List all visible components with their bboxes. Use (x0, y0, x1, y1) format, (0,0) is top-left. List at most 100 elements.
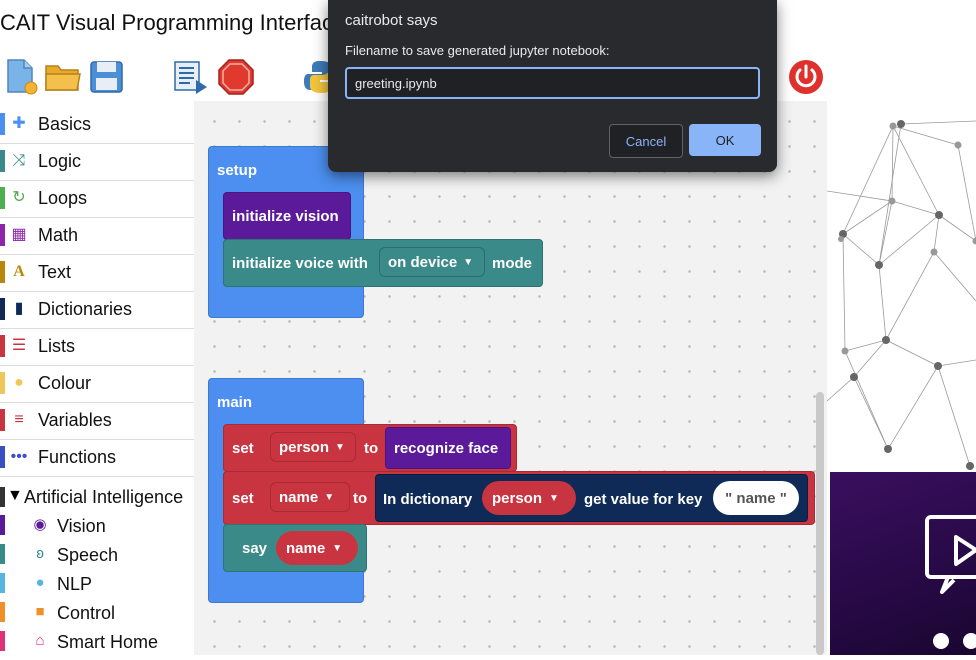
category-label: Vision (57, 516, 106, 537)
category-loops[interactable]: ↻ Loops (0, 181, 194, 218)
category-color-bar (0, 372, 5, 394)
category-lists[interactable]: ☰ Lists (0, 329, 194, 366)
dots-icon: ••• (10, 448, 28, 466)
category-color-bar (0, 487, 5, 507)
category-label: Lists (38, 336, 75, 357)
home-icon: ⌂ (30, 632, 50, 650)
block-text: set (232, 440, 254, 457)
new-file-icon (4, 58, 42, 96)
category-label: Artificial Intelligence (24, 487, 183, 508)
category-color-bar (0, 409, 5, 431)
category-label: NLP (57, 574, 92, 595)
category-text[interactable]: A Text (0, 255, 194, 292)
category-colour[interactable]: ● Colour (0, 366, 194, 403)
workspace-scrollbar[interactable] (816, 392, 824, 655)
category-color-bar (0, 187, 5, 209)
stop-button[interactable] (217, 58, 255, 96)
category-smart-home[interactable]: ⌂ Smart Home (0, 627, 194, 656)
category-label: Variables (38, 410, 112, 431)
app-title: CAIT Visual Programming Interface (0, 10, 345, 36)
category-artificial-intelligence[interactable]: ▼ Artificial Intelligence (0, 483, 194, 511)
run-script-icon (172, 58, 210, 96)
category-label: Math (38, 225, 78, 246)
save-button[interactable] (88, 58, 126, 96)
expand-triangle-icon: ▼ (7, 487, 23, 505)
ok-button[interactable]: OK (689, 124, 761, 156)
chat-icon: ● (30, 574, 50, 592)
variable-dropdown-person[interactable]: person ▼ (270, 432, 356, 462)
category-color-bar (0, 631, 5, 651)
category-dictionaries[interactable]: ▮ Dictionaries (0, 292, 194, 329)
category-color-bar (0, 261, 5, 283)
category-color-bar (0, 224, 5, 246)
category-color-bar (0, 573, 5, 593)
dropdown-value: person (279, 439, 329, 456)
lines-icon: ≡ (10, 411, 28, 429)
recognize-face-block[interactable]: recognize face (385, 427, 511, 469)
category-logic[interactable]: ⤨ Logic (0, 144, 194, 181)
category-vision[interactable]: ◉ Vision (0, 511, 194, 540)
category-control[interactable]: ■ Control (0, 598, 194, 627)
run-script-button[interactable] (172, 58, 210, 96)
open-folder-icon (44, 58, 82, 96)
chevron-down-icon: ▼ (332, 543, 342, 554)
video-panel[interactable] (830, 472, 976, 655)
robot-icon: ■ (30, 603, 50, 621)
category-color-bar (0, 298, 5, 320)
category-label: Basics (38, 114, 91, 135)
block-text: set (232, 490, 254, 507)
block-text: to (364, 440, 378, 457)
category-label: Text (38, 262, 71, 283)
set-person-block[interactable]: set person ▼ to recognize face (223, 424, 517, 472)
category-color-bar (0, 515, 5, 535)
puzzle-icon: ✚ (10, 115, 28, 133)
network-graphic (827, 101, 976, 473)
chevron-down-icon: ▼ (463, 257, 473, 268)
stop-icon (217, 58, 255, 96)
new-file-button[interactable] (4, 58, 42, 96)
dialog-message: Filename to save generated jupyter noteb… (345, 43, 610, 58)
category-variables[interactable]: ≡ Variables (0, 403, 194, 440)
category-color-bar (0, 113, 5, 135)
category-label: Logic (38, 151, 81, 172)
category-label: Control (57, 603, 115, 624)
dropdown-value: person (492, 490, 542, 507)
dictionary-variable-dropdown[interactable]: person ▼ (482, 481, 576, 515)
block-text: mode (492, 255, 532, 272)
screen-play-icon (830, 472, 976, 655)
cancel-button[interactable]: Cancel (609, 124, 683, 158)
open-file-button[interactable] (44, 58, 82, 96)
category-label: Colour (38, 373, 91, 394)
power-icon (787, 58, 825, 96)
category-nlp[interactable]: ● NLP (0, 569, 194, 598)
eye-icon: ◉ (30, 516, 50, 534)
block-text: say (242, 540, 267, 557)
filename-input[interactable] (345, 67, 760, 99)
power-button[interactable] (787, 58, 825, 96)
chevron-down-icon: ▼ (324, 492, 334, 503)
toolbox: ✚ Basics ⤨ Logic ↻ Loops ▦ Math A Text ▮… (0, 107, 194, 655)
variable-dropdown-name[interactable]: name ▼ (270, 482, 350, 512)
shuffle-icon: ⤨ (10, 152, 28, 170)
voice-mode-dropdown[interactable]: on device ▼ (379, 247, 485, 277)
category-basics[interactable]: ✚ Basics (0, 107, 194, 144)
category-color-bar (0, 335, 5, 357)
list-icon: ☰ (10, 337, 28, 355)
network-image (827, 101, 976, 473)
dictionary-get-block[interactable]: In dictionary person ▼ get value for key… (375, 474, 808, 522)
category-speech[interactable]: ʚ Speech (0, 540, 194, 569)
category-math[interactable]: ▦ Math (0, 218, 194, 255)
say-variable-dropdown[interactable]: name ▼ (276, 531, 358, 565)
key-text-input[interactable]: " name " (713, 481, 799, 515)
block-text: initialize voice with (232, 255, 368, 272)
category-functions[interactable]: ••• Functions (0, 440, 194, 477)
book-icon: ▮ (10, 300, 28, 318)
initialize-voice-block[interactable]: initialize voice with on device ▼ mode (223, 239, 543, 287)
set-name-block[interactable]: set name ▼ to In dictionary person ▼ get… (223, 471, 815, 525)
say-block[interactable]: say name ▼ (223, 524, 367, 572)
initialize-vision-block[interactable]: initialize vision (223, 192, 351, 240)
block-text: to (353, 490, 367, 507)
category-label: Dictionaries (38, 299, 132, 320)
category-label: Speech (57, 545, 118, 566)
block-text: recognize face (394, 440, 498, 457)
